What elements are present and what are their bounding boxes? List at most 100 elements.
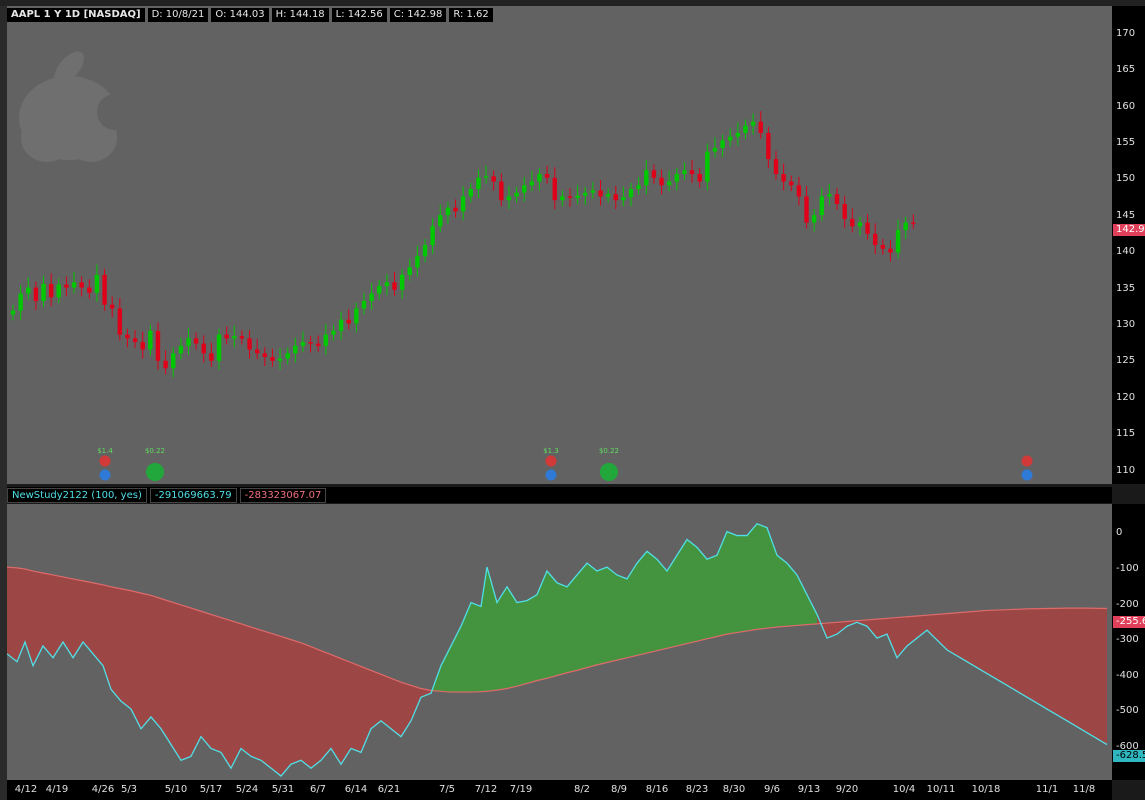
candle-body [102,274,107,305]
price-tick: 125 [1116,355,1136,366]
candle-body [361,301,367,309]
candle-body [872,233,878,245]
candle-body [834,194,840,204]
candle-body [499,181,504,201]
time-axis-label: 8/23 [685,784,709,795]
candle-body [636,185,641,189]
study-fill-green [431,523,817,694]
time-axis-label: 8/9 [610,784,628,795]
price-chart-panel[interactable]: $1.4 $0.22 $1.3 $0.22 [7,6,1112,484]
price-tick: 135 [1116,283,1136,294]
time-axis-label: 9/6 [763,784,781,795]
time-axis-label: 5/10 [164,784,188,795]
candle-body [415,256,420,268]
candle-body [247,338,252,350]
time-axis-label: 10/11 [926,784,956,795]
candle-body [850,218,855,227]
time-axis-label: 6/7 [309,784,327,795]
corporate-action-marker-icon[interactable] [1021,469,1033,481]
candle-body [224,334,229,339]
candle-body [392,282,397,290]
candle-body [41,283,46,302]
time-axis-label: 4/12 [14,784,38,795]
candle-body [48,283,54,298]
candle-body [384,282,390,287]
candle-body [232,336,237,339]
candle-body [132,338,138,343]
time-axis-label: 6/14 [344,784,368,795]
candle-body [87,287,92,293]
candle-body [804,196,809,223]
candle-body [377,286,382,294]
earnings-marker-icon[interactable] [1021,455,1033,467]
candle-body [94,274,100,293]
symbol-label[interactable]: AAPL 1 Y 1D [NASDAQ] [7,8,145,22]
candle-body [468,188,473,197]
candle-body [338,319,344,331]
candle-body [529,181,535,186]
earnings-marker-icon[interactable] [99,455,111,467]
candle-body [819,196,824,216]
time-axis-label: 8/16 [645,784,669,795]
candle-body [125,334,130,339]
price-tick: 150 [1116,173,1136,184]
candle-body [148,330,153,350]
candle-body [880,245,886,249]
date-readout: D: 10/8/21 [147,8,209,22]
candle-body [216,334,222,361]
earnings-marker-icon[interactable] [545,455,557,467]
candle-body [64,284,69,288]
time-axis-label: 7/19 [509,784,533,795]
price-chart-svg[interactable]: $1.4 $0.22 $1.3 $0.22 [7,6,1112,484]
corporate-action-marker-icon[interactable] [545,469,557,481]
candle-body [689,170,695,175]
candle-body [598,190,603,197]
candle-body [567,196,573,198]
corporate-action-marker-icon[interactable] [99,469,111,481]
time-axis-label: 7/12 [474,784,498,795]
candle-body [262,353,267,358]
candle-body [621,197,626,201]
high-readout: H: 144.18 [271,8,329,22]
time-axis-label: 10/4 [892,784,916,795]
candle-body [628,188,634,198]
last-price-tag: 142.98 [1113,224,1145,236]
dividend-marker-icon[interactable] [600,463,618,481]
candle-body [476,177,481,189]
time-axis-label: 5/3 [120,784,138,795]
study-tick: -200 [1116,599,1139,610]
study-value-1: -291069663.79 [149,487,237,503]
study-name[interactable]: NewStudy2122 (100, yes) [7,487,147,503]
candle-body [857,222,863,227]
dividend-label: $0.22 [145,447,165,455]
candle-body [651,170,657,178]
price-axis[interactable]: 170 165 160 155 150 145 140 135 130 125 … [1112,6,1145,484]
candle-body [758,121,763,133]
candle-body [109,304,115,309]
candle-body [346,319,351,324]
study-tick: -500 [1116,705,1139,716]
candle-body [712,147,718,152]
study-tick: -300 [1116,634,1139,645]
candle-body [117,308,123,335]
price-tick: 155 [1116,137,1136,148]
candle-body [422,245,428,257]
candle-body [163,360,168,369]
time-axis[interactable]: 4/12 4/19 4/26 5/3 5/10 5/17 5/24 5/31 6/7 6/14 6/… [7,780,1112,800]
candle-body [369,293,374,302]
price-tick: 145 [1116,210,1136,221]
candle-body [79,282,84,288]
time-axis-label: 10/18 [971,784,1001,795]
candle-body [430,226,435,245]
candle-body [285,353,290,359]
candle-body [743,125,748,133]
study-axis[interactable]: 0 -100 -200 -300 -400 -500 -600 -255.6 -… [1112,504,1145,780]
candle-body [552,177,557,201]
study-chart-svg[interactable] [6,504,1112,780]
study-chart-panel[interactable] [6,504,1112,780]
dividend-marker-icon[interactable] [146,463,164,481]
time-axis-label: 11/8 [1072,784,1096,795]
price-tick: 115 [1116,428,1136,439]
candle-body [605,194,611,197]
candle-body [33,287,39,302]
